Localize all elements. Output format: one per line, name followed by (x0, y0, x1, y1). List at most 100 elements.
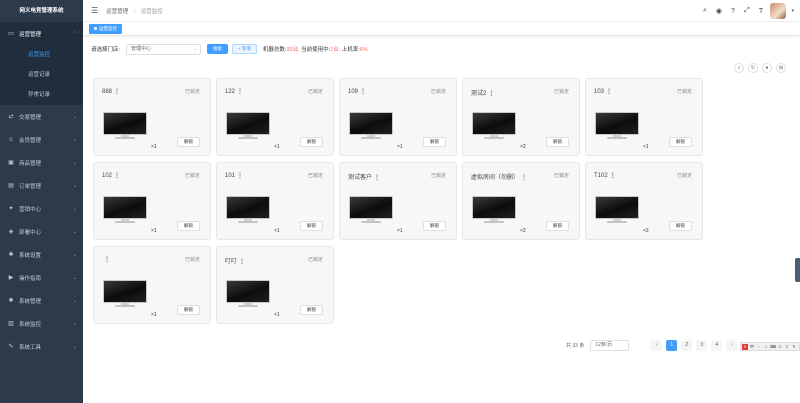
more-vertical-icon[interactable]: ⋮ (114, 89, 120, 95)
page-button[interactable]: 2 (681, 339, 693, 351)
more-vertical-icon[interactable]: ⋮ (488, 91, 494, 97)
more-vertical-icon[interactable]: ⋮ (237, 89, 243, 95)
machine-card[interactable]: 叮叮 ⋮ 已锁定 ×1 解锁 (216, 246, 334, 324)
unlock-button[interactable]: 解锁 (300, 305, 323, 315)
sidebar-item[interactable]: ▥ 系统监控 ⌄ (0, 312, 83, 335)
unlock-button[interactable]: 解锁 (300, 221, 323, 231)
more-vertical-icon[interactable]: ⋮ (360, 89, 366, 95)
unlock-button[interactable]: 解锁 (177, 221, 200, 231)
machine-card[interactable]: 测试2 ⋮ 已锁定 ×2 解锁 (462, 78, 580, 156)
unlock-button[interactable]: 解锁 (546, 137, 569, 147)
unlock-button[interactable]: 解锁 (423, 221, 446, 231)
sidebar-item[interactable]: ▶ 操作指南 ⌄ (0, 266, 83, 289)
sidebar-group: ⇄ 交易管理 ⌄ (0, 105, 83, 128)
machine-count: ×1 (274, 228, 280, 234)
sidebar-subitem[interactable]: 异常记录 (0, 85, 83, 105)
sidebar-item[interactable]: ✦ 营销中心 ⌄ (0, 197, 83, 220)
github-icon[interactable]: ◉ (714, 7, 723, 15)
machine-name: T102 ⋮ (594, 172, 616, 179)
chevron-down-icon: ⌄ (192, 45, 198, 52)
font-size-icon[interactable]: T (756, 8, 765, 15)
more-vertical-icon[interactable]: ⋮ (104, 257, 110, 263)
sidebar-item[interactable]: ◈ 部署中心 ⌄ (0, 220, 83, 243)
ime-tool-icon[interactable]: ✎ (791, 344, 797, 350)
more-vertical-icon[interactable]: ⋮ (374, 175, 380, 181)
next-page-button[interactable]: › (726, 339, 738, 351)
machine-status: 已锁定 (184, 173, 200, 179)
unlock-button[interactable]: 解锁 (177, 137, 200, 147)
more-vertical-icon[interactable]: ⋮ (521, 175, 527, 181)
sidebar-item[interactable]: ✱ 系统设置 ⌄ (0, 243, 83, 266)
machine-card[interactable]: 102 ⋮ 已锁定 ×1 解锁 (93, 162, 211, 240)
stats-machines-label: 机器总数: (262, 47, 287, 53)
ime-menu-icon[interactable]: ≡ (784, 344, 790, 350)
unlock-button[interactable]: 解锁 (669, 221, 692, 231)
machine-card[interactable]: 103 ⋮ 已锁定 ×1 解锁 (585, 78, 703, 156)
machine-card[interactable]: 888 ⋮ 已锁定 ×1 解锁 (93, 78, 211, 156)
page-button[interactable]: 1 (666, 339, 678, 351)
chevron-down-icon: ⌄ (72, 251, 77, 258)
sidebar-subitem[interactable]: 运营监控 (0, 45, 83, 65)
page-size-select[interactable]: 12条/页 (590, 339, 630, 351)
chevron-down-icon: ⌄ (72, 297, 77, 304)
add-button[interactable]: + 新增 (232, 44, 257, 54)
machine-card[interactable]: 109 ⋮ 已锁定 ×1 解锁 (339, 78, 457, 156)
ime-voice-icon[interactable]: ♪ (763, 344, 769, 350)
more-vertical-icon[interactable]: ⋮ (239, 259, 245, 265)
grid-icon[interactable]: ⊞ (776, 63, 786, 73)
sidebar-item[interactable]: ⇄ 交易管理 ⌄ (0, 105, 83, 128)
more-vertical-icon[interactable]: ⋮ (237, 173, 243, 179)
search-toggle-icon[interactable]: ⌕ (734, 63, 744, 73)
more-vertical-icon[interactable]: ⋮ (606, 89, 612, 95)
sidebar-item[interactable]: ✺ 系统管理 ⌄ (0, 289, 83, 312)
machine-card[interactable]: 虚拟房间（勿删） ⋮ 已锁定 ×2 解锁 (462, 162, 580, 240)
chevron-down-icon[interactable]: ▾ (791, 8, 794, 14)
ime-logo-icon[interactable]: S (742, 343, 748, 350)
ime-keyboard-icon[interactable]: ⌨ (770, 344, 776, 350)
more-vertical-icon[interactable]: ⋮ (610, 173, 616, 179)
unlock-button[interactable]: 解锁 (546, 221, 569, 231)
stats-machines-value: 33台, (286, 47, 300, 53)
breadcrumb-current: 运营监控 (140, 8, 163, 15)
page-button[interactable]: 3 (696, 339, 708, 351)
breadcrumb-item[interactable]: 运营管理 (106, 9, 128, 15)
unlock-button[interactable]: 解锁 (300, 137, 323, 147)
machine-count: ×1 (397, 144, 403, 150)
unlock-button[interactable]: 解锁 (423, 137, 446, 147)
search-button[interactable]: 搜索 (207, 44, 229, 54)
sidebar-subitem[interactable]: 运营记录 (0, 65, 83, 85)
avatar[interactable] (770, 3, 787, 19)
unlock-button[interactable]: 解锁 (177, 305, 200, 315)
machine-card[interactable]: 122 ⋮ 已锁定 ×1 解锁 (216, 78, 334, 156)
page-button[interactable]: 4 (711, 339, 723, 351)
store-select[interactable]: 管理中心 ⌄ (126, 43, 202, 55)
machine-card[interactable]: 101 ⋮ 已锁定 ×1 解锁 (216, 162, 334, 240)
refresh-icon[interactable]: ↻ (748, 63, 758, 73)
columns-icon[interactable]: ● (762, 63, 772, 73)
store-select-value: 管理中心 (131, 45, 152, 52)
ime-skin-icon[interactable]: ☺ (777, 344, 783, 350)
tag-current[interactable]: 运营监控 (89, 24, 122, 34)
fullscreen-icon[interactable]: ⤢ (742, 7, 751, 15)
sidebar-item[interactable]: ▭ 运营管理 ⌃ (0, 22, 83, 45)
machine-card[interactable]: T102 ⋮ 已锁定 ×2 解锁 (585, 162, 703, 240)
prev-page-button[interactable]: ‹ (651, 339, 663, 351)
sidebar-item[interactable]: ▤ 订单管理 ⌄ (0, 174, 83, 197)
search-icon[interactable]: ⌕ (700, 7, 709, 15)
ime-mode-icon[interactable]: 中 (749, 344, 755, 350)
machine-card[interactable]: ⋮ 已锁定 ×1 解锁 (93, 246, 211, 324)
sidebar-group: ▤ 订单管理 ⌄ (0, 174, 83, 197)
hamburger-icon[interactable]: ☰ (91, 6, 98, 15)
unlock-button[interactable]: 解锁 (669, 137, 692, 147)
sidebar-item[interactable]: ☺ 会员管理 ⌄ (0, 128, 83, 151)
machine-name: 叮叮 ⋮ (225, 256, 245, 265)
help-icon[interactable]: ? (728, 8, 737, 15)
side-drawer-handle[interactable] (795, 258, 800, 282)
more-vertical-icon[interactable]: ⋮ (114, 173, 120, 179)
machine-status: 已锁定 (553, 89, 569, 95)
sidebar-item[interactable]: ▣ 商品管理 ⌄ (0, 151, 83, 174)
pagination-total: 共 33 条 (566, 342, 585, 349)
machine-card[interactable]: 测试客户 ⋮ 已锁定 ×1 解锁 (339, 162, 457, 240)
sidebar-item[interactable]: ✎ 系统工具 ⌄ (0, 335, 83, 358)
ime-punct-icon[interactable]: ◦ (756, 344, 762, 350)
